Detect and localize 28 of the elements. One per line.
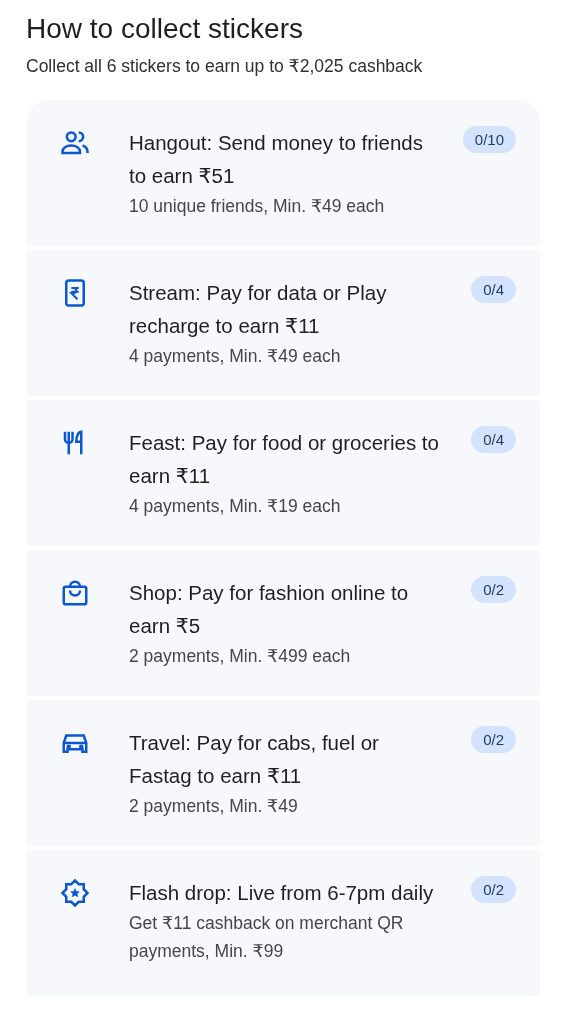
sticker-detail: 4 payments, Min. ₹49 each (129, 345, 342, 368)
sticker-card[interactable]: Feast: Pay for food or groceries to earn ₹11 4 payments, Min. ₹19 each 0/4 (26, 400, 540, 546)
sticker-card[interactable]: Shop: Pay for fashion online to earn ₹5 2 payments, Min. ₹499 each 0/2 (26, 550, 540, 696)
progress-badge: 0/4 (471, 276, 516, 303)
progress-badge: 0/2 (471, 726, 516, 753)
progress-badge: 0/10 (462, 126, 516, 153)
sticker-card[interactable]: Travel: Pay for cabs, fuel or Fastag to earn ₹11 2 payments, Min. ₹49 0/2 (26, 700, 540, 846)
star-badge-icon (60, 878, 90, 908)
sticker-title: Hangout: Send money to friends to earn ₹51 (129, 130, 425, 189)
progress-badge: 0/2 (471, 876, 516, 903)
sticker-detail: 10 unique friends, Min. ₹49 each (129, 195, 386, 218)
progress-badge: 0/2 (471, 576, 516, 603)
page-subtitle: Collect all 6 stickers to earn up to ₹2,025 cashback (26, 55, 424, 78)
sticker-title: Flash drop: Live from 6-7pm daily (129, 880, 435, 906)
sticker-detail: Get ₹11 cashback on merchant QR payments, Min. ₹99 (129, 912, 405, 963)
sticker-detail: 2 payments, Min. ₹49 (129, 795, 299, 818)
page-title: How to collect stickers (26, 12, 304, 46)
bag-icon (60, 578, 90, 608)
sticker-card[interactable]: Flash drop: Live from 6-7pm daily Get ₹11 cashback on merchant QR payments, Min. ₹99 0/2 (26, 850, 540, 996)
sticker-card[interactable]: Hangout: Send money to friends to earn ₹51 10 unique friends, Min. ₹49 each 0/10 (26, 100, 540, 246)
progress-badge: 0/4 (471, 426, 516, 453)
sticker-title: Travel: Pay for cabs, fuel or Fastag to earn ₹11 (129, 730, 380, 789)
sticker-title: Stream: Pay for data or Play recharge to earn ₹11 (129, 280, 388, 339)
sticker-detail: 4 payments, Min. ₹19 each (129, 495, 342, 518)
sticker-card[interactable]: Stream: Pay for data or Play recharge to earn ₹11 4 payments, Min. ₹49 each 0/4 (26, 250, 540, 396)
sticker-title: Shop: Pay for fashion online to earn ₹5 (129, 580, 410, 639)
sticker-detail: 2 payments, Min. ₹499 each (129, 645, 352, 668)
sticker-title: Feast: Pay for food or groceries to earn ₹11 (129, 430, 440, 489)
